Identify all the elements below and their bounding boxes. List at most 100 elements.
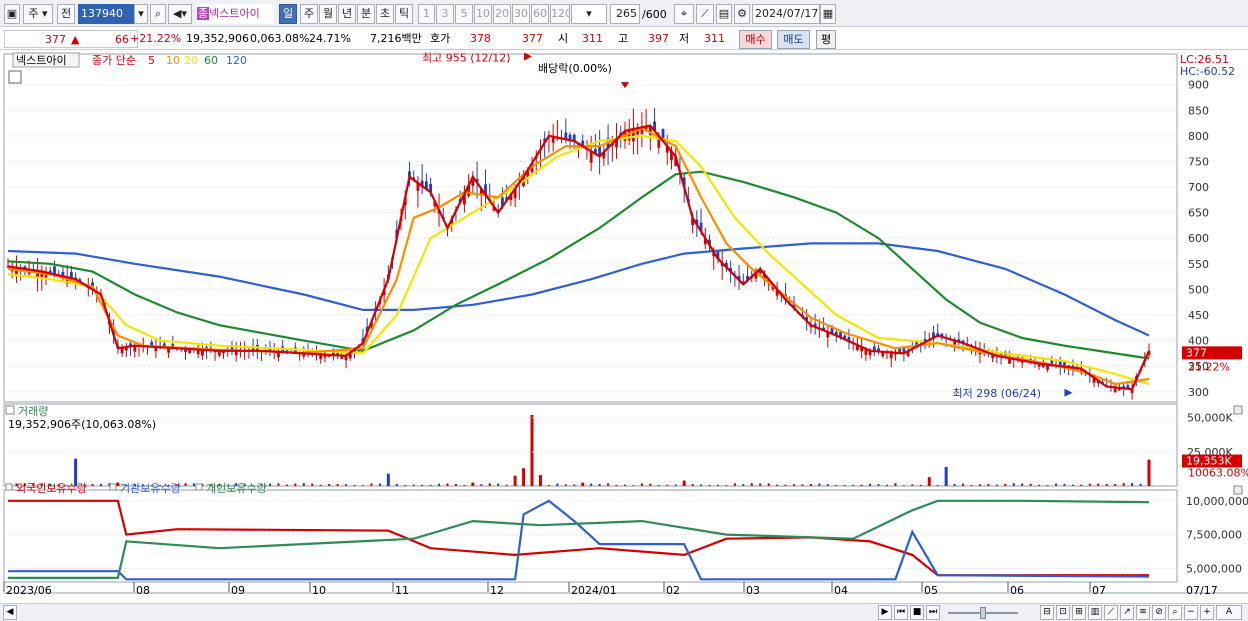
volume-bar bbox=[869, 483, 872, 486]
interval-button-5[interactable]: 5 bbox=[455, 4, 473, 24]
scroll-left-icon[interactable]: ◀ bbox=[3, 605, 17, 620]
search-icon[interactable]: ⌕ bbox=[150, 4, 166, 24]
table-icon[interactable] bbox=[8, 70, 22, 84]
line-tool-icon[interactable]: ⟋ bbox=[1104, 605, 1118, 620]
volume-value-label: 19,352,906주(10,063.08%) bbox=[8, 418, 156, 431]
stop-icon[interactable]: ■ bbox=[910, 605, 924, 620]
buy-button[interactable]: 매수 bbox=[739, 30, 772, 49]
volume-bar bbox=[877, 484, 880, 486]
date-input[interactable]: 2024/07/17 bbox=[752, 4, 820, 24]
calendar-icon[interactable]: ▦ bbox=[820, 4, 836, 24]
period-button-4[interactable]: 분 bbox=[357, 4, 375, 24]
volume-bar bbox=[438, 483, 441, 486]
volume-bar bbox=[1063, 483, 1066, 486]
period-button-0[interactable]: 일 bbox=[279, 4, 297, 24]
price-chart[interactable]: 900850800750700650600550500450400350300 … bbox=[0, 50, 1248, 603]
quote-label: 호가 bbox=[430, 32, 451, 45]
speaker-icon[interactable]: ◀▾ bbox=[168, 4, 192, 24]
volume-bar bbox=[793, 484, 796, 486]
rewind-icon[interactable]: ⏮ bbox=[894, 605, 908, 620]
interval-button-20[interactable]: 20 bbox=[493, 4, 511, 24]
volume-tick-label: 50,000K bbox=[1187, 412, 1233, 425]
window-icon[interactable]: ⊡ bbox=[1056, 605, 1070, 620]
period-button-3[interactable]: 년 bbox=[338, 4, 356, 24]
link-icon[interactable]: ⊘ bbox=[1152, 605, 1166, 620]
eval-button[interactable]: 평 bbox=[816, 30, 836, 49]
code-dropdown-icon[interactable]: ▾ bbox=[134, 4, 148, 24]
interval-button-120[interactable]: 120 bbox=[550, 4, 570, 24]
interval-button-1[interactable]: 1 bbox=[418, 4, 435, 24]
volume-panel-icon[interactable] bbox=[5, 405, 15, 415]
volume-bar bbox=[294, 483, 297, 486]
chart-scroll-bar[interactable]: ◀ ▶ ⏮ ■ ⏭ ⊟ ⊡ ⊞ ▥ ⟋ ↗ ≋ ⊘ ⌕ − + A bbox=[0, 603, 1248, 621]
panel-frame-0 bbox=[3, 53, 1178, 403]
zoom-in-icon[interactable]: + bbox=[1200, 605, 1214, 620]
fib-icon[interactable]: ≋ bbox=[1136, 605, 1150, 620]
period-button-1[interactable]: 주 bbox=[300, 4, 318, 24]
change-pct: +21.22% bbox=[130, 32, 182, 45]
zoom-out-icon[interactable]: − bbox=[1184, 605, 1198, 620]
volume-bar bbox=[623, 484, 626, 486]
volume-bar bbox=[184, 483, 187, 486]
price-tick-label: 850 bbox=[1188, 104, 1209, 117]
volume-bar bbox=[302, 483, 305, 486]
draw-line-icon[interactable]: ⟋ bbox=[696, 4, 714, 24]
volume-bar bbox=[404, 485, 407, 486]
volume-bar bbox=[953, 483, 956, 486]
stock-name-field: 종넥스트아이 bbox=[196, 4, 274, 24]
x-tick-label: 2023/06 bbox=[6, 584, 52, 597]
volume-bar bbox=[691, 484, 694, 486]
volume-bar bbox=[1105, 483, 1108, 486]
interval-button-10[interactable]: 10 bbox=[474, 4, 492, 24]
scroll-right-icon[interactable]: ▶ bbox=[878, 605, 892, 620]
volume-bar bbox=[902, 485, 905, 486]
holdings-close-icon[interactable] bbox=[1233, 485, 1243, 495]
high-label: 고 bbox=[618, 32, 629, 45]
chart-type-icon[interactable]: ▣ bbox=[4, 4, 20, 24]
stock-code-input[interactable]: 137940 bbox=[78, 4, 134, 24]
period-button-6[interactable]: 틱 bbox=[395, 4, 413, 24]
interval-button-30[interactable]: 30 bbox=[512, 4, 530, 24]
dividend-marker: 배당락(0.00%) bbox=[538, 62, 612, 75]
market-select[interactable]: 주 ▾ bbox=[23, 4, 53, 24]
x-tick-label: 02 bbox=[666, 584, 680, 597]
bar-total: /600 bbox=[642, 8, 667, 21]
gear-icon[interactable]: ⚙ bbox=[734, 4, 750, 24]
sell-button[interactable]: 매도 bbox=[777, 30, 810, 49]
period-button-5[interactable]: 초 bbox=[376, 4, 394, 24]
volume-bar bbox=[547, 484, 550, 486]
zoom-slider-handle[interactable] bbox=[980, 607, 986, 619]
current-pct-tag: 21.22% bbox=[1188, 360, 1230, 373]
volume-title: 거래량 bbox=[18, 405, 48, 418]
price-tick-label: 450 bbox=[1188, 309, 1209, 322]
x-tick-label: 08 bbox=[136, 584, 150, 597]
volume-bar bbox=[1114, 483, 1117, 486]
volume-bar bbox=[556, 483, 559, 486]
save-icon[interactable]: ▤ bbox=[716, 4, 732, 24]
interval-button-60[interactable]: 60 bbox=[531, 4, 549, 24]
period-button-2[interactable]: 월 bbox=[319, 4, 337, 24]
zoom-icon[interactable]: ⌕ bbox=[1168, 605, 1182, 620]
trend-icon[interactable]: ↗ bbox=[1120, 605, 1134, 620]
interval-button-3[interactable]: 3 bbox=[436, 4, 454, 24]
volume-bar bbox=[1046, 485, 1049, 486]
volume-close-icon[interactable] bbox=[1233, 405, 1243, 415]
volume-bar bbox=[91, 483, 94, 486]
bar-count-input[interactable]: 265 bbox=[610, 4, 640, 24]
volume-bar bbox=[962, 483, 965, 486]
font-size-icon[interactable]: A bbox=[1216, 605, 1242, 620]
grid-icon[interactable]: ⊟ bbox=[1040, 605, 1054, 620]
price-tick-label: 750 bbox=[1188, 155, 1209, 168]
split-icon[interactable]: ⊞ bbox=[1072, 605, 1086, 620]
price-tick-label: 800 bbox=[1188, 130, 1209, 143]
interval-input[interactable]: ▾ bbox=[571, 4, 607, 24]
fast-forward-icon[interactable]: ⏭ bbox=[926, 605, 940, 620]
volume-bar bbox=[784, 484, 787, 486]
crosshair-icon[interactable]: ⌖ bbox=[674, 4, 694, 24]
prev-button[interactable]: 전 bbox=[57, 4, 75, 24]
volume-bar bbox=[852, 484, 855, 486]
price-tick-label: 500 bbox=[1188, 283, 1209, 296]
chart-bar-icon[interactable]: ▥ bbox=[1088, 605, 1102, 620]
volume-bar bbox=[885, 484, 888, 486]
price-change: 66 bbox=[115, 33, 129, 46]
